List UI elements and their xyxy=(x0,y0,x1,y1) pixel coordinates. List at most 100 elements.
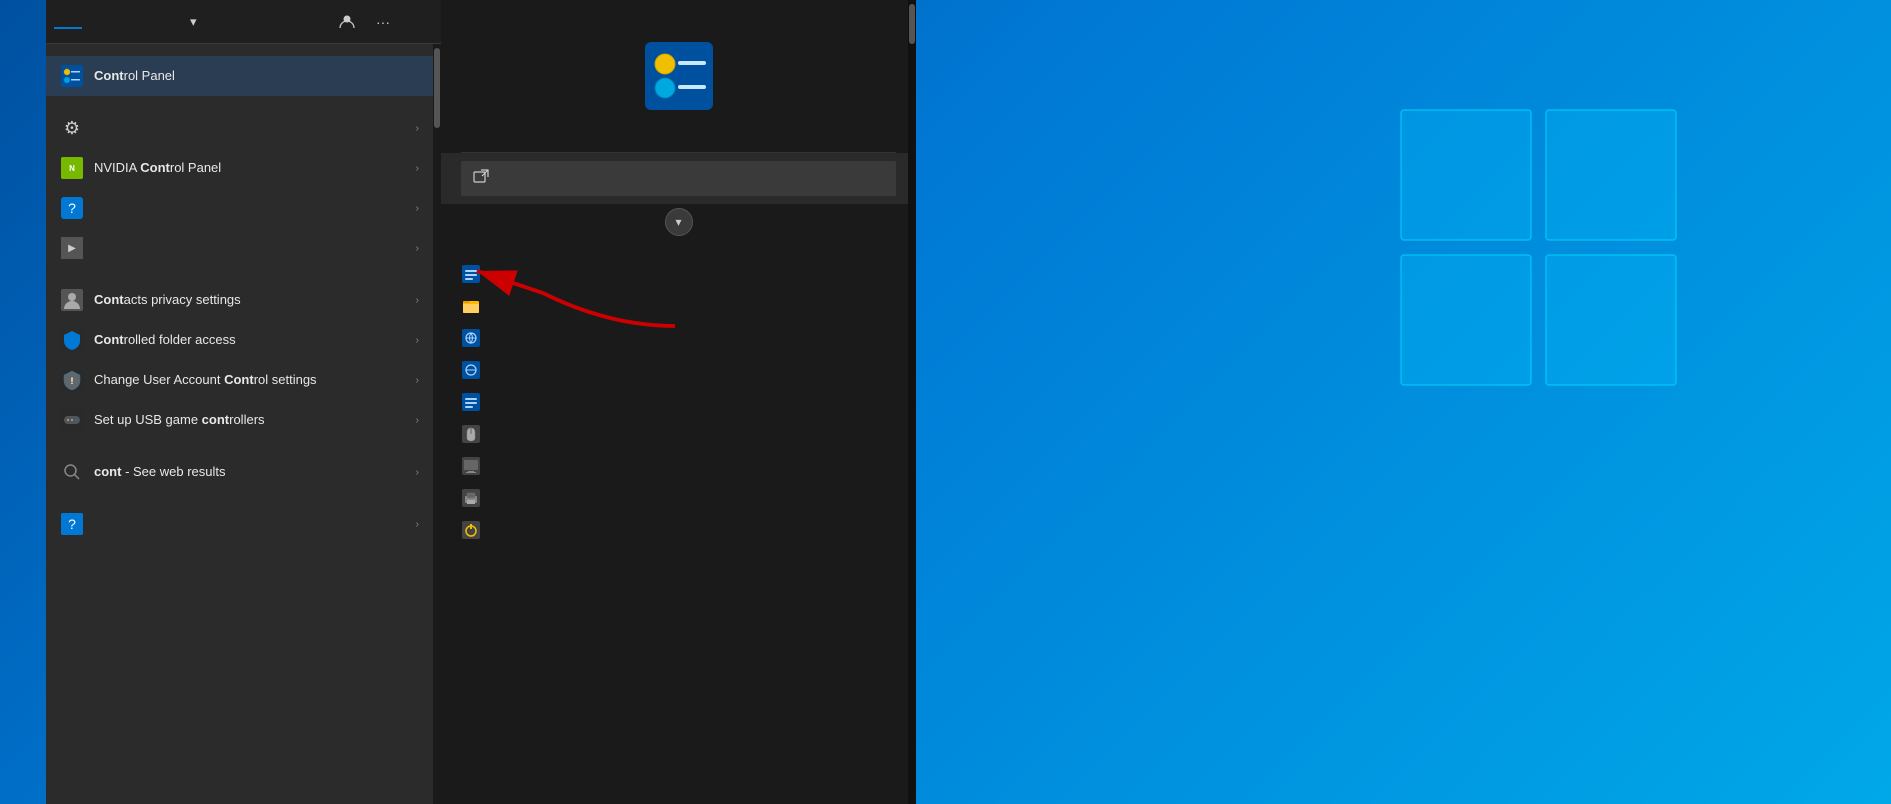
start-menu: ▾ ··· xyxy=(46,0,916,804)
setting-usb-controllers[interactable]: Set up USB game controllers › xyxy=(46,400,433,440)
chevron-right-icon-8: › xyxy=(416,415,419,426)
search-icon xyxy=(60,460,84,484)
results-list: Control Panel ⚙ › N xyxy=(46,44,441,804)
tab-more[interactable]: ▾ xyxy=(182,10,203,34)
best-match-item-text: Control Panel xyxy=(94,68,419,85)
app-nvidia-title: NVIDIA Control Panel xyxy=(94,160,406,177)
tab-web[interactable] xyxy=(150,15,178,29)
settings-section-label xyxy=(46,268,433,280)
setting-uac[interactable]: ! Change User Account Control settings › xyxy=(46,360,433,400)
app-item-run[interactable]: ▶ › xyxy=(46,228,433,268)
recent-item-mouse[interactable] xyxy=(461,418,896,450)
nvidia-icon: N xyxy=(60,156,84,180)
recent-device-manager-icon xyxy=(461,456,481,476)
left-scrollbar-thumb xyxy=(434,48,440,128)
website-icon: ? xyxy=(60,512,84,536)
web-search-text: cont - See web results xyxy=(94,464,406,481)
best-match-label xyxy=(46,44,433,56)
recent-item-advanced-sharing[interactable] xyxy=(461,354,896,386)
shield-icon xyxy=(60,328,84,352)
app-item-get-help[interactable]: ? › xyxy=(46,188,433,228)
recent-section xyxy=(441,240,916,546)
tab-documents[interactable] xyxy=(118,15,146,29)
chevron-down-icon: ▾ xyxy=(190,14,197,30)
usb-controllers-text: Set up USB game controllers xyxy=(94,412,406,429)
recent-item-devices-printers[interactable] xyxy=(461,482,896,514)
control-panel-icon xyxy=(60,64,84,88)
gear-icon: ⚙ xyxy=(64,118,80,139)
web-search-item[interactable]: cont - See web results › xyxy=(46,452,433,492)
left-scrollbar[interactable] xyxy=(433,44,441,804)
recent-item-network[interactable] xyxy=(461,322,896,354)
tabs-bar: ▾ ··· xyxy=(46,0,441,44)
website-get-help[interactable]: ? › xyxy=(46,504,433,544)
websites-label xyxy=(46,492,433,504)
ellipsis-icon: ··· xyxy=(376,14,390,30)
contacts-privacy-title: Contacts privacy settings xyxy=(94,292,406,309)
best-match-title: Control Panel xyxy=(94,68,419,85)
open-button[interactable] xyxy=(461,161,896,196)
app-icon-large xyxy=(643,40,715,112)
apps-section-label xyxy=(46,96,433,108)
svg-text:?: ? xyxy=(68,516,76,532)
app-detail-header xyxy=(441,0,916,152)
open-button-row xyxy=(441,153,916,204)
recent-item-power[interactable] xyxy=(461,514,896,546)
run-app-icon: ▶ xyxy=(60,236,84,260)
tab-apps[interactable] xyxy=(86,15,114,29)
recent-mouse-icon xyxy=(461,424,481,444)
tabs-right-controls: ··· xyxy=(333,8,433,36)
recent-power-icon xyxy=(461,520,481,540)
contacts-privacy-text: Contacts privacy settings xyxy=(94,292,406,309)
chevron-right-icon-4: › xyxy=(416,243,419,254)
controlled-folder-text: Controlled folder access xyxy=(94,332,406,349)
expand-button[interactable]: ▾ xyxy=(665,208,693,236)
get-help-icon: ? xyxy=(60,196,84,220)
recent-file-explorer-icon xyxy=(461,296,481,316)
recent-item-device-manager[interactable] xyxy=(461,450,896,482)
uac-icon: ! xyxy=(60,368,84,392)
app-item-settings[interactable]: ⚙ › xyxy=(46,108,433,148)
svg-text:?: ? xyxy=(68,200,76,216)
more-options-button[interactable]: ··· xyxy=(369,8,397,36)
setting-contacts-privacy[interactable]: Contacts privacy settings › xyxy=(46,280,433,320)
controller-icon xyxy=(60,408,84,432)
uac-title: Change User Account Control settings xyxy=(94,372,406,389)
settings-app-icon: ⚙ xyxy=(60,116,84,140)
recent-devices-printers-icon xyxy=(461,488,481,508)
recent-advanced-sharing-icon xyxy=(461,360,481,380)
search-web-label xyxy=(46,440,433,452)
chevron-right-icon: › xyxy=(416,123,419,134)
open-window-icon xyxy=(473,169,489,188)
svg-text:!: ! xyxy=(71,376,74,386)
right-scrollbar-thumb xyxy=(909,4,915,44)
chevron-right-icon-10: › xyxy=(416,519,419,530)
expand-row: ▾ xyxy=(441,204,916,240)
recent-item-programs[interactable] xyxy=(461,258,896,290)
controlled-folder-title: Controlled folder access xyxy=(94,332,406,349)
recent-item-uninstall[interactable] xyxy=(461,386,896,418)
chevron-right-icon-6: › xyxy=(416,335,419,346)
recent-item-file-explorer[interactable] xyxy=(461,290,896,322)
recent-programs-icon xyxy=(461,264,481,284)
uac-text: Change User Account Control settings xyxy=(94,372,406,389)
best-match-item-control-panel[interactable]: Control Panel xyxy=(46,56,433,96)
close-button[interactable] xyxy=(405,8,433,36)
chevron-right-icon-2: › xyxy=(416,163,419,174)
left-panel: ▾ ··· xyxy=(46,0,441,804)
web-search-title: cont - See web results xyxy=(94,464,406,481)
right-scrollbar[interactable] xyxy=(908,0,916,804)
setting-controlled-folder[interactable]: Controlled folder access › xyxy=(46,320,433,360)
app-nvidia-text: NVIDIA Control Panel xyxy=(94,160,406,177)
right-panel: ▾ xyxy=(441,0,916,804)
app-item-nvidia[interactable]: N NVIDIA Control Panel › xyxy=(46,148,433,188)
tab-all[interactable] xyxy=(54,15,82,29)
chevron-right-icon-9: › xyxy=(416,467,419,478)
chevron-right-icon-5: › xyxy=(416,295,419,306)
recent-network-icon xyxy=(461,328,481,348)
recent-uninstall-icon xyxy=(461,392,481,412)
chevron-down-icon: ▾ xyxy=(675,215,681,229)
usb-controllers-title: Set up USB game controllers xyxy=(94,412,406,429)
user-icon-button[interactable] xyxy=(333,8,361,36)
chevron-right-icon-3: › xyxy=(416,203,419,214)
